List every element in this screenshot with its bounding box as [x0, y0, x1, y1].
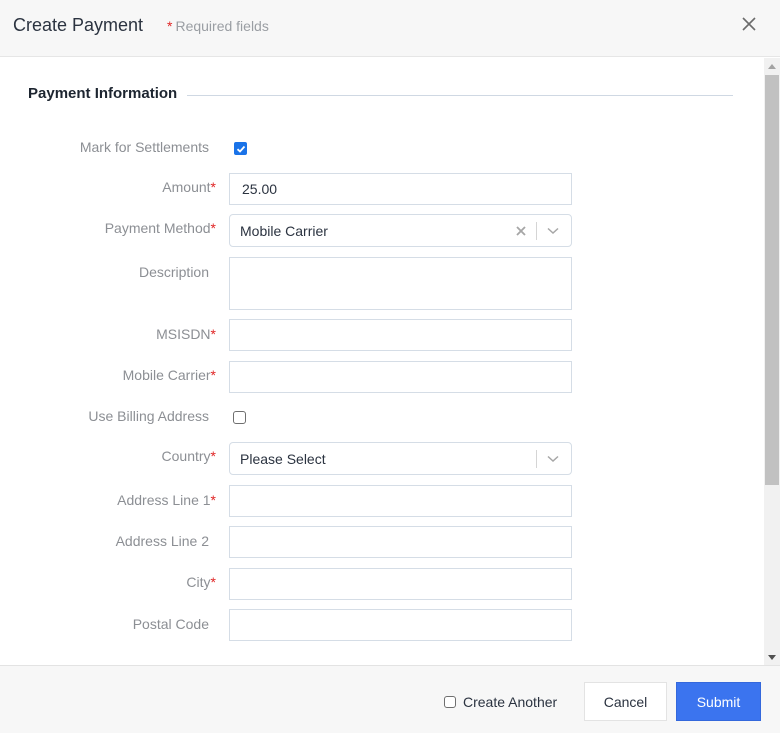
dialog-header: Create Payment * Required fields [0, 0, 780, 57]
use-billing-address-checkbox[interactable] [233, 411, 246, 424]
arrow-down-icon [768, 654, 776, 660]
description-textarea[interactable] [229, 257, 572, 310]
description-label: Description [138, 264, 209, 280]
amount-value: 25.00 [242, 181, 278, 197]
scroll-up-button[interactable] [764, 58, 780, 74]
create-another-label: Create Another [463, 694, 558, 710]
payment-method-value: Mobile Carrier [240, 222, 328, 239]
msisdn-label-text: MSISDN [156, 326, 211, 342]
required-fields-note: * Required fields [167, 18, 269, 34]
mobile-carrier-input[interactable] [229, 361, 572, 393]
address-line-2-input[interactable] [229, 526, 572, 558]
required-marker: * [210, 448, 216, 464]
msisdn-input[interactable] [229, 319, 572, 351]
vertical-scrollbar[interactable] [764, 58, 780, 665]
country-label: Country* [6, 448, 216, 464]
select-separator [536, 449, 537, 468]
address-line-1-input[interactable] [229, 485, 572, 517]
dialog-footer: Create Another Cancel Submit [0, 665, 780, 733]
country-placeholder: Please Select [240, 450, 326, 467]
dialog-body: Payment Information Mark for Settlements… [0, 58, 780, 665]
required-marker: * [167, 18, 173, 34]
mark-for-settlements-label: Mark for Settlements [79, 139, 209, 155]
submit-button[interactable]: Submit [676, 682, 761, 721]
create-another-checkbox[interactable] [444, 696, 456, 708]
close-icon [742, 17, 756, 31]
clear-icon [516, 225, 526, 236]
dropdown-toggle[interactable] [545, 223, 561, 239]
city-input[interactable] [229, 568, 572, 600]
required-marker: * [210, 492, 216, 508]
country-label-text: Country [161, 448, 211, 464]
required-marker: * [210, 326, 216, 342]
cancel-button[interactable]: Cancel [584, 682, 667, 721]
scroll-down-button[interactable] [764, 649, 780, 665]
section-title: Payment Information [28, 85, 178, 102]
chevron-down-icon [547, 227, 559, 234]
required-marker: * [210, 574, 216, 590]
mobile-carrier-label-text: Mobile Carrier [122, 367, 211, 383]
payment-method-label: Payment Method* [6, 220, 216, 236]
section-divider [187, 95, 733, 96]
clear-selection-button[interactable] [512, 222, 530, 240]
checkmark-icon [236, 145, 245, 153]
address-line-2-label: Address Line 2 [115, 533, 209, 549]
required-marker: * [210, 179, 216, 195]
chevron-down-icon [547, 455, 559, 462]
amount-label-text: Amount [162, 179, 211, 195]
postal-code-input[interactable] [229, 609, 572, 641]
postal-code-label: Postal Code [132, 616, 209, 632]
select-separator [536, 221, 537, 240]
city-label-text: City [186, 574, 211, 590]
msisdn-label: MSISDN* [6, 326, 216, 342]
payment-method-select[interactable]: Mobile Carrier [229, 214, 572, 247]
required-note-text: Required fields [175, 18, 269, 34]
mobile-carrier-label: Mobile Carrier* [6, 367, 216, 383]
city-label: City* [6, 574, 216, 590]
amount-input[interactable]: 25.00 [229, 173, 572, 205]
amount-label: Amount* [6, 179, 216, 195]
required-marker: * [210, 220, 216, 236]
scrollbar-thumb[interactable] [765, 75, 779, 485]
create-another-toggle[interactable]: Create Another [444, 694, 557, 710]
payment-method-label-text: Payment Method [104, 220, 211, 236]
mark-for-settlements-checkbox[interactable] [234, 142, 247, 155]
close-button[interactable] [736, 11, 762, 37]
dropdown-toggle[interactable] [545, 451, 561, 467]
arrow-up-icon [768, 63, 776, 69]
use-billing-address-label: Use Billing Address [88, 408, 209, 424]
address-line-1-label: Address Line 1* [6, 492, 216, 508]
required-marker: * [210, 367, 216, 383]
dialog-title: Create Payment [13, 15, 144, 35]
country-select[interactable]: Please Select [229, 442, 572, 475]
address-line-1-label-text: Address Line 1 [117, 492, 211, 508]
